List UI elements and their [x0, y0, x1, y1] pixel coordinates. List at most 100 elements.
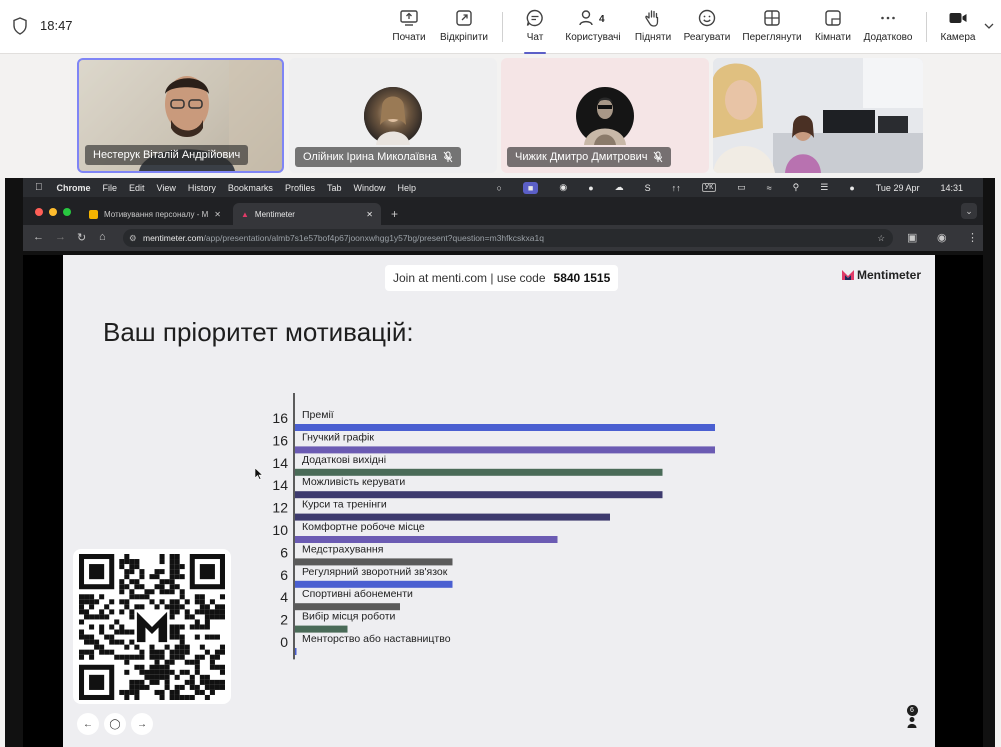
qr-module — [154, 569, 160, 575]
mouse-cursor-icon — [255, 468, 263, 480]
rooms-button[interactable]: Кімнати — [812, 8, 854, 48]
hint-button[interactable]: ◯ — [104, 713, 126, 735]
arrow-left-icon: ← — [83, 718, 93, 730]
menu-chrome[interactable]: Chrome — [57, 183, 91, 193]
reload-icon[interactable]: ↻ — [77, 231, 86, 244]
qr-module — [169, 579, 175, 585]
qr-module — [129, 639, 135, 645]
qr-module — [129, 589, 135, 595]
participant-name: Чижик Дмитро Дмитрович — [515, 151, 648, 163]
qr-module — [139, 684, 145, 690]
status-dot-icon[interactable]: ● — [849, 183, 854, 193]
url-field[interactable]: ⚙ mentimeter.com/app/presentation/almb7s… — [123, 229, 893, 247]
menu-edit[interactable]: Edit — [129, 183, 145, 193]
menu-help[interactable]: Help — [397, 183, 416, 193]
bookmark-star-icon[interactable]: ☆ — [877, 233, 885, 244]
close-window-button[interactable] — [35, 208, 43, 216]
previous-slide-button[interactable]: ← — [77, 713, 99, 735]
screen-share-status-icon[interactable]: ■ — [522, 181, 539, 194]
next-slide-button[interactable]: → — [131, 713, 153, 735]
battery-icon[interactable]: ▭ — [737, 182, 746, 193]
qr-module — [129, 684, 135, 690]
site-settings-icon[interactable]: ⚙ — [129, 233, 137, 244]
qr-module — [109, 639, 115, 645]
qr-module — [194, 609, 200, 615]
menu-bookmarks[interactable]: Bookmarks — [228, 183, 273, 193]
qr-module — [164, 579, 170, 585]
forward-icon[interactable]: → — [55, 231, 66, 243]
raise-hand-button[interactable]: Підняти — [632, 8, 674, 48]
cloud-icon[interactable]: ☁ — [615, 182, 624, 193]
status-app-icon[interactable]: S — [645, 183, 651, 193]
chevron-down-icon[interactable] — [984, 22, 994, 30]
qr-module — [134, 654, 140, 660]
qr-code-card — [73, 549, 231, 704]
qr-module — [129, 579, 135, 585]
input-language[interactable]: УК — [701, 183, 717, 192]
qr-code — [79, 554, 225, 700]
qr-module — [154, 689, 160, 695]
browser-tab-active[interactable]: ▲ Mentimeter ✕ — [233, 203, 381, 225]
status-circle-icon[interactable]: ○ — [496, 183, 501, 193]
camera-button[interactable]: Камера — [938, 8, 978, 48]
qr-module — [174, 654, 180, 660]
participant-tile[interactable] — [713, 58, 923, 173]
qr-module — [89, 634, 95, 640]
menu-view[interactable]: View — [157, 183, 176, 193]
close-tab-icon[interactable]: ✕ — [214, 210, 221, 219]
mic-off-icon — [654, 151, 663, 163]
menu-profiles[interactable]: Profiles — [285, 183, 315, 193]
qr-module — [184, 644, 190, 650]
view-button[interactable]: Переглянути — [740, 8, 804, 48]
pop-out-button[interactable]: Відкріпити — [437, 8, 491, 48]
qr-module — [159, 674, 165, 680]
minimize-window-button[interactable] — [49, 208, 57, 216]
qr-module — [169, 624, 175, 630]
chrome-menu-icon[interactable]: ⋮ — [967, 231, 978, 244]
react-button[interactable]: Реагувати — [681, 8, 733, 48]
bar-value: 2 — [280, 612, 288, 628]
qr-module — [139, 574, 145, 580]
chat-button[interactable]: Чат — [520, 8, 550, 54]
media-control-icon[interactable]: ◉ — [937, 231, 947, 244]
status-app-icon[interactable]: ◉ — [559, 182, 567, 193]
bar — [295, 625, 348, 633]
close-tab-icon[interactable]: ✕ — [366, 210, 373, 219]
more-button[interactable]: Додатково — [861, 8, 915, 48]
status-app-icon[interactable]: ● — [588, 183, 593, 193]
control-center-icon[interactable]: ☰ — [820, 182, 828, 193]
qr-module — [159, 694, 165, 700]
menu-history[interactable]: History — [188, 183, 216, 193]
back-icon[interactable]: ← — [33, 231, 44, 243]
mac-date: Tue 29 Apr — [875, 182, 920, 193]
wifi-icon[interactable]: ≈ — [767, 183, 772, 193]
extensions-icon[interactable]: ▣ — [907, 231, 917, 244]
menu-tab[interactable]: Tab — [327, 183, 342, 193]
bar — [295, 446, 715, 454]
qr-module — [174, 694, 180, 700]
menu-window[interactable]: Window — [353, 183, 385, 193]
participant-tile[interactable]: Нестерук Віталій Андрійович — [77, 58, 284, 173]
qr-module — [124, 659, 130, 665]
qr-module — [174, 599, 180, 605]
browser-tab[interactable]: Мотивування персоналу - М ✕ — [81, 203, 229, 225]
zoom-window-button[interactable] — [63, 208, 71, 216]
share-button[interactable]: Почати — [390, 8, 428, 48]
bar-label: Медстрахування — [302, 543, 383, 555]
people-button[interactable]: 4 Користувачі — [563, 8, 623, 48]
qr-module — [89, 594, 95, 600]
qr-module — [179, 564, 185, 570]
apple-icon[interactable]:  — [35, 182, 43, 193]
qr-module — [124, 574, 130, 580]
qr-module — [214, 649, 220, 655]
spotlight-icon[interactable]: ⚲ — [793, 182, 800, 193]
participant-tile[interactable]: Олійник Ірина Миколаївна — [289, 58, 497, 173]
home-icon[interactable]: ⌂ — [99, 231, 106, 243]
qr-module — [214, 614, 220, 620]
participant-tile[interactable]: Чижик Дмитро Дмитрович — [501, 58, 709, 173]
status-app-icon[interactable]: ↑↑ — [672, 183, 681, 193]
bar-label: Спортивні абонементи — [302, 588, 413, 600]
new-tab-button[interactable]: + — [383, 203, 406, 225]
menu-file[interactable]: File — [103, 183, 118, 193]
tab-search-button[interactable]: ⌄ — [961, 203, 977, 219]
